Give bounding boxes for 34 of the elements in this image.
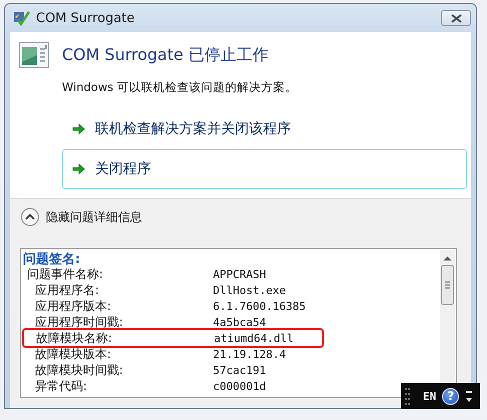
detail-label: 故障模块时间戳: [34,362,124,379]
arrow-icon [72,123,85,135]
close-icon [450,14,462,22]
language-indicator[interactable]: EN [423,390,436,402]
section-heading: 问题签名: [23,251,82,266]
detail-value: 57cac191 [213,364,267,377]
detail-value: c000001d [213,380,267,393]
detail-value: 21.19.128.4 [213,348,287,361]
detail-value: APPCRASH [213,268,267,281]
detail-value: 6.1.7600.16385 [213,300,307,313]
detail-value: DllHost.exe [213,284,287,297]
detail-label: 应用程序名: [34,282,100,299]
message-text: Windows 可以联机检查该问题的解决方案。 [62,80,298,95]
detail-value: 4a5bca54 [213,316,267,329]
details-toggle[interactable]: 隐藏问题详细信息 [20,206,142,228]
program-window-icon [19,42,49,68]
dialog-title: COM Surrogate 已停止工作 [62,44,268,66]
window-title: COM Surrogate [36,10,135,26]
detail-label: 问题事件名称: [26,266,104,283]
chevron-icon [20,207,40,227]
grip-icon[interactable] [405,387,411,405]
scroll-thumb[interactable] [441,265,454,305]
detail-label: 应用程序版本: [34,298,112,315]
arrow-icon [72,163,85,175]
close-button[interactable] [441,10,471,26]
detail-label: 故障模块版本: [34,346,112,363]
app-icon [13,10,30,26]
detail-label: 故障模块名称: [35,330,114,347]
detail-value: atiumd64.dll [214,332,294,345]
detail-label: 应用程序时间戳: [34,314,124,331]
detail-label: 异常代码: [34,378,88,395]
scroll-up-icon[interactable] [443,255,452,261]
command-link[interactable]: 关闭程序 [62,149,467,189]
options-icon[interactable] [465,388,474,404]
